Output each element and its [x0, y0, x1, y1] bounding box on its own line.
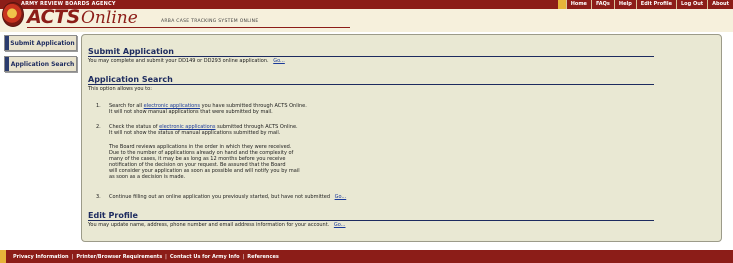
sidebar-item-label: Submit Application	[10, 39, 75, 47]
section-divider	[88, 84, 654, 85]
submit-description: You may complete and submit your DD149 o…	[88, 58, 269, 64]
footer-references-link[interactable]: References	[245, 254, 281, 260]
nav-home-link[interactable]: Home	[565, 0, 591, 9]
nav-help-link[interactable]: Help	[613, 0, 636, 9]
header: ARMY REVIEW BOARDS AGENCY ACTS Online AR…	[0, 0, 733, 32]
profile-description: You may update name, address, phone numb…	[88, 222, 330, 228]
top-navigation: Home FAQs Help Edit Profile Log Out Abou…	[557, 0, 733, 9]
search-item-2-note: It will not show the status of manual ap…	[109, 130, 281, 136]
list-number: 3.	[96, 194, 101, 200]
sidebar: Submit Application Application Search	[4, 35, 78, 77]
nav-faqs-link[interactable]: FAQs	[590, 0, 614, 9]
section-divider	[88, 56, 654, 57]
application-search-heading: Application Search	[88, 75, 173, 84]
sidebar-item-submit-application[interactable]: Submit Application	[4, 35, 77, 51]
continue-go-link[interactable]: Go...	[335, 194, 347, 200]
submit-go-link[interactable]: Go...	[273, 58, 285, 64]
sidebar-item-application-search[interactable]: Application Search	[4, 56, 77, 72]
search-item-3-text: Continue filling out an online applicati…	[109, 194, 331, 200]
search-item-1-note: It will not show manual applications tha…	[109, 109, 273, 115]
edit-profile-heading: Edit Profile	[88, 211, 138, 220]
edit-profile-text: You may update name, address, phone numb…	[88, 222, 346, 228]
board-review-line: as soon as a decision is made.	[109, 174, 186, 180]
footer-printer-link[interactable]: Printer/Browser Requirements	[74, 254, 164, 260]
logo-acts: ACTS	[27, 6, 80, 28]
submit-application-text: You may complete and submit your DD149 o…	[88, 58, 285, 64]
nav-logout-link[interactable]: Log Out	[676, 0, 707, 9]
list-number: 2.	[96, 124, 101, 130]
footer: Privacy Information | Printer/Browser Re…	[0, 250, 733, 263]
submit-application-heading: Submit Application	[88, 47, 174, 56]
footer-contact-link[interactable]: Contact Us for Army Info	[168, 254, 242, 260]
section-divider	[88, 220, 654, 221]
footer-privacy-link[interactable]: Privacy Information	[11, 254, 71, 260]
search-item-3: Continue filling out an online applicati…	[109, 194, 346, 200]
footer-accent	[0, 250, 6, 263]
nav-accent	[557, 0, 566, 9]
system-subtitle: ARBA CASE TRACKING SYSTEM ONLINE	[161, 19, 259, 24]
main-content: Submit Application You may complete and …	[85, 37, 719, 240]
nav-edit-profile-link[interactable]: Edit Profile	[635, 0, 676, 9]
profile-go-link[interactable]: Go...	[334, 222, 346, 228]
sidebar-item-label: Application Search	[10, 60, 75, 68]
logo-online: Online	[81, 8, 138, 28]
search-intro: This option allows you to:	[88, 86, 152, 92]
list-number: 1.	[96, 103, 101, 109]
logo-divider	[27, 27, 350, 28]
nav-about-link[interactable]: About	[707, 0, 733, 9]
